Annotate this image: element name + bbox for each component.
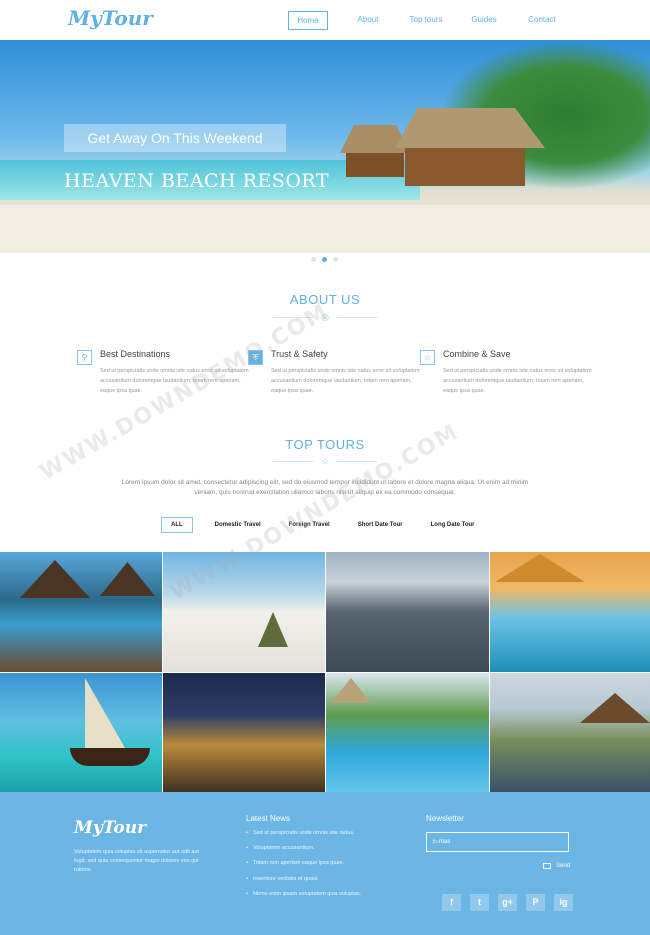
news-item[interactable]: Totam rem aperiam eaque ipsa quae. (246, 858, 396, 873)
hero-slider[interactable]: Get Away On This Weekend HEAVEN BEACH RE… (0, 40, 650, 253)
site-logo[interactable]: MyTour (68, 6, 153, 30)
tours-divider: ☆ (273, 456, 377, 466)
newsletter-title: Newsletter (426, 814, 464, 823)
envelope-icon (543, 863, 551, 869)
gallery-tile-desert[interactable] (163, 552, 325, 672)
tours-intro: Lorem ipsum dolor sit amet, consectetur … (121, 479, 529, 496)
news-item[interactable]: Sed ut perspiciatis unde omnis iste natu… (246, 828, 396, 843)
social-links: f t g+ P ig (442, 894, 573, 911)
gallery-tile-sailboat[interactable] (0, 673, 162, 793)
feature-title: Combine & Save (443, 349, 511, 359)
send-label: Send (556, 863, 571, 869)
filter-all[interactable]: ALL (161, 517, 193, 533)
news-item[interactable]: Voluptatem accusantium. (246, 843, 396, 858)
site-footer: MyTour Voluptatem quia voluptas sit aspe… (0, 792, 650, 935)
latest-news-list: Sed ut perspiciatis unde omnis iste natu… (246, 828, 396, 904)
nav-about[interactable]: About (342, 11, 394, 30)
feature-text: Sed ut perspiciatis unde omnis iste natu… (100, 368, 249, 394)
about-heading: ABOUT US (289, 292, 361, 307)
footer-about: Voluptatem quia voluptas sit aspernatur … (74, 849, 200, 873)
slider-dot[interactable] (311, 257, 316, 262)
slider-dots (311, 257, 338, 262)
feature-title: Trust & Safety (271, 349, 328, 359)
gallery-tile-beach-lounge[interactable] (490, 552, 650, 672)
gallery-tile-pool-resort[interactable] (326, 673, 489, 793)
gallery-tile-resort-pool[interactable] (0, 552, 162, 672)
pinterest-icon[interactable]: P (526, 894, 545, 911)
tour-gallery (0, 552, 650, 793)
newsletter-email-input[interactable] (426, 832, 569, 852)
nav-guides[interactable]: Guides (458, 11, 510, 30)
nav-contact[interactable]: Contact (516, 11, 568, 30)
twitter-icon[interactable]: t (470, 894, 489, 911)
nav-top-tours[interactable]: Top tours (400, 11, 452, 30)
gallery-tile-palace-night[interactable] (163, 673, 325, 793)
filter-foreign[interactable]: Foreign Travel (289, 522, 330, 528)
map-pin-icon: ⚲ (77, 350, 92, 365)
shield-icon: ⛨ (248, 350, 263, 365)
compass-icon: ◎ (321, 312, 329, 322)
filter-domestic[interactable]: Domestic Travel (215, 522, 261, 528)
slider-dot-active[interactable] (322, 257, 327, 262)
tour-filters: ALL Domestic Travel Foreign Travel Short… (161, 517, 503, 533)
facebook-icon[interactable]: f (442, 894, 461, 911)
tours-heading: TOP TOURS (285, 437, 365, 452)
filter-long[interactable]: Long Date Tour (431, 522, 475, 528)
news-item[interactable]: Nemo enim ipsam voluptatem quia voluptas… (246, 889, 396, 904)
hero-sand (0, 205, 650, 253)
hero-title: HEAVEN BEACH RESORT (64, 170, 330, 192)
google-plus-icon[interactable]: g+ (498, 894, 517, 911)
nav-home[interactable]: Home (288, 11, 328, 30)
feature-title: Best Destinations (100, 349, 171, 359)
site-header: MyTour Home About Top tours Guides Conta… (0, 0, 650, 40)
slider-dot[interactable] (333, 257, 338, 262)
filter-short[interactable]: Short Date Tour (358, 522, 403, 528)
gallery-tile-cliff-villa[interactable] (490, 673, 650, 793)
hero-hut (395, 108, 545, 186)
about-divider: ◎ (273, 312, 377, 322)
news-item[interactable]: Inventore veritatis et quasi. (246, 874, 396, 889)
star-icon: ☆ (420, 350, 435, 365)
latest-news-title: Latest News (246, 814, 291, 823)
newsletter-send-button[interactable]: Send (543, 863, 570, 869)
star-icon: ☆ (320, 456, 330, 466)
feature-text: Sed ut perspiciatis unde omnis iste natu… (443, 368, 592, 394)
main-nav: Home About Top tours Guides Contact (288, 11, 568, 30)
gallery-tile-city[interactable] (326, 552, 489, 672)
feature-text: Sed ut perspiciatis unde omnis iste natu… (271, 368, 420, 394)
footer-logo[interactable]: MyTour (74, 818, 146, 838)
instagram-icon[interactable]: ig (554, 894, 573, 911)
hero-tagline: Get Away On This Weekend (64, 124, 286, 152)
